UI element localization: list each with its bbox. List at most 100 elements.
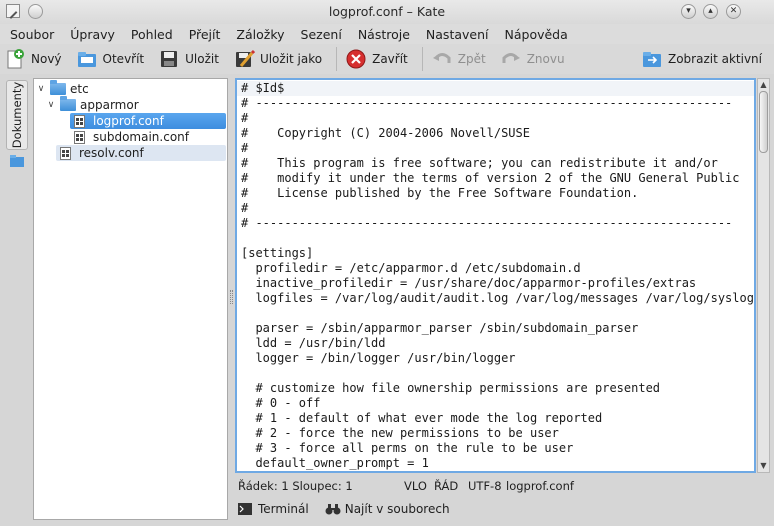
status-filename: logprof.conf bbox=[506, 479, 574, 493]
menu-zalozky[interactable]: Záložky bbox=[236, 27, 284, 42]
save-as-button-label: Uložit jako bbox=[259, 52, 323, 66]
toolbar-separator bbox=[421, 47, 423, 71]
editor-line[interactable]: # bbox=[241, 141, 754, 156]
scroll-up-arrow-icon[interactable]: ▲ bbox=[758, 79, 769, 91]
menu-bar: Soubor Úpravy Pohled Přejít Záložky Seze… bbox=[0, 24, 774, 44]
text-file-icon bbox=[74, 130, 85, 144]
tab-terminal-label: Terminál bbox=[258, 502, 309, 516]
editor-line[interactable] bbox=[241, 231, 754, 246]
tree-item-label: logprof.conf bbox=[93, 114, 164, 128]
close-window-button[interactable]: ✕ bbox=[726, 4, 741, 19]
editor-line[interactable]: # modify it under the terms of version 2… bbox=[241, 171, 754, 186]
editor-line[interactable]: # License published by the Free Software… bbox=[241, 186, 754, 201]
show-active-icon bbox=[641, 48, 663, 70]
editor-line[interactable]: # 3 - force all perms on the rule to be … bbox=[241, 441, 754, 456]
editor-line[interactable]: [settings] bbox=[241, 246, 754, 261]
editor-line[interactable]: # 1 - default of what ever mode the log … bbox=[241, 411, 754, 426]
undo-button[interactable]: Zpět bbox=[431, 46, 486, 72]
editor-line[interactable] bbox=[241, 306, 754, 321]
tree-item-subdomain-conf[interactable]: subdomain.conf bbox=[70, 129, 189, 145]
editor-content[interactable]: # $Id$ # --------------------------------… bbox=[237, 80, 754, 471]
binoculars-icon bbox=[325, 503, 341, 515]
tree-item-resolv-conf[interactable]: resolv.conf bbox=[56, 145, 226, 161]
tab-documents[interactable]: Dokumenty bbox=[6, 80, 28, 150]
editor-line[interactable]: # customize how file ownership permissio… bbox=[241, 381, 754, 396]
cursor-position: Řádek: 1 Sloupec: 1 bbox=[238, 479, 353, 493]
tree-item-label: subdomain.conf bbox=[93, 130, 189, 144]
new-button-label: Nový bbox=[31, 52, 62, 66]
editor-line[interactable]: # --------------------------------------… bbox=[241, 216, 754, 231]
text-editor[interactable]: # $Id$ # --------------------------------… bbox=[235, 78, 756, 473]
menu-prejit[interactable]: Přejít bbox=[189, 27, 221, 42]
close-document-button[interactable]: Zavřít bbox=[345, 46, 408, 72]
document-tree[interactable]: ∨ etc ∨ apparmor logprof.conf subdomain.… bbox=[33, 78, 228, 520]
editor-line[interactable]: # 2 - force the new permissions to be us… bbox=[241, 426, 754, 441]
tree-item-apparmor[interactable]: ∨ apparmor bbox=[46, 96, 139, 113]
insert-mode[interactable]: ŘÁD bbox=[434, 479, 458, 493]
tab-find-in-files-label: Najít v souborech bbox=[344, 502, 450, 516]
scrollbar-thumb[interactable] bbox=[759, 91, 768, 153]
editor-line[interactable]: # 0 - off bbox=[241, 396, 754, 411]
window-title: logprof.conf – Kate bbox=[328, 4, 446, 19]
menu-nastroje[interactable]: Nástroje bbox=[358, 27, 410, 42]
tab-find-in-files[interactable]: Najít v souborech bbox=[325, 502, 450, 516]
close-document-button-label: Zavřít bbox=[372, 52, 408, 66]
editor-line[interactable]: default_owner_prompt = 1 bbox=[241, 456, 754, 471]
save-button[interactable]: Uložit bbox=[158, 46, 219, 72]
editor-line[interactable]: # This program is free software; you can… bbox=[241, 156, 754, 171]
minimize-button[interactable]: ▾ bbox=[681, 4, 696, 19]
editor-scrollbar[interactable]: ▲ ▼ bbox=[757, 78, 770, 473]
editor-line[interactable]: logger = /bin/logger /usr/bin/logger bbox=[241, 351, 754, 366]
toolbar-separator bbox=[336, 47, 338, 71]
panel-splitter-handle[interactable] bbox=[230, 290, 233, 304]
tab-terminal[interactable]: Terminál bbox=[238, 502, 309, 516]
editor-line[interactable] bbox=[241, 366, 754, 381]
input-mode[interactable]: VLO bbox=[404, 479, 427, 493]
documents-icon[interactable] bbox=[9, 154, 25, 168]
editor-line[interactable]: # Copyright (C) 2004-2006 Novell/SUSE bbox=[241, 126, 754, 141]
tree-item-label: etc bbox=[70, 82, 89, 96]
bottom-tool-tabs: Terminál Najít v souborech bbox=[238, 500, 466, 518]
tree-item-etc[interactable]: ∨ etc bbox=[36, 80, 89, 97]
undo-button-label: Zpět bbox=[457, 52, 486, 66]
editor-line[interactable]: parser = /sbin/apparmor_parser /sbin/sub… bbox=[241, 321, 754, 336]
editor-line[interactable]: # bbox=[241, 201, 754, 216]
editor-line[interactable]: # bbox=[241, 111, 754, 126]
redo-icon bbox=[500, 48, 522, 70]
new-button[interactable]: Nový bbox=[4, 46, 62, 72]
menu-napoveda[interactable]: Nápověda bbox=[505, 27, 568, 42]
text-file-icon bbox=[60, 146, 71, 160]
tree-item-logprof-conf[interactable]: logprof.conf bbox=[70, 113, 226, 129]
save-disk-icon bbox=[158, 48, 180, 70]
show-active-button-label: Zobrazit aktivní bbox=[667, 52, 762, 66]
collapse-icon[interactable]: ∨ bbox=[36, 84, 46, 94]
open-folder-icon bbox=[76, 48, 98, 70]
editor-line[interactable]: profiledir = /etc/apparmor.d /etc/subdom… bbox=[241, 261, 754, 276]
scroll-down-arrow-icon[interactable]: ▼ bbox=[758, 460, 769, 472]
menu-sezeni[interactable]: Sezení bbox=[301, 27, 342, 42]
menu-upravy[interactable]: Úpravy bbox=[70, 27, 115, 42]
redo-button-label: Znovu bbox=[526, 52, 565, 66]
save-as-button[interactable]: Uložit jako bbox=[233, 46, 322, 72]
editor-line[interactable]: logfiles = /var/log/audit/audit.log /var… bbox=[241, 291, 754, 306]
menu-pohled[interactable]: Pohled bbox=[131, 27, 173, 42]
show-active-button[interactable]: Zobrazit aktivní bbox=[641, 46, 762, 72]
menu-nastaveni[interactable]: Nastavení bbox=[426, 27, 489, 42]
editor-line[interactable]: # --------------------------------------… bbox=[241, 96, 754, 111]
menu-soubor[interactable]: Soubor bbox=[10, 27, 54, 42]
encoding-indicator[interactable]: UTF-8 bbox=[468, 479, 502, 493]
editor-line[interactable]: inactive_profiledir = /usr/share/doc/app… bbox=[241, 276, 754, 291]
tree-item-label: apparmor bbox=[80, 98, 139, 112]
folder-icon bbox=[60, 96, 76, 111]
redo-button[interactable]: Znovu bbox=[500, 46, 565, 72]
undo-icon bbox=[431, 48, 453, 70]
tree-item-label: resolv.conf bbox=[79, 146, 144, 160]
maximize-button[interactable]: ▴ bbox=[703, 4, 718, 19]
editor-line[interactable]: # $Id$ bbox=[241, 81, 754, 96]
collapse-icon[interactable]: ∨ bbox=[46, 100, 56, 110]
side-tab-strip: Dokumenty bbox=[4, 76, 28, 516]
open-button[interactable]: Otevřít bbox=[76, 46, 144, 72]
save-button-label: Uložit bbox=[185, 52, 219, 66]
editor-line[interactable]: ldd = /usr/bin/ldd bbox=[241, 336, 754, 351]
tab-documents-label: Dokumenty bbox=[10, 81, 24, 149]
